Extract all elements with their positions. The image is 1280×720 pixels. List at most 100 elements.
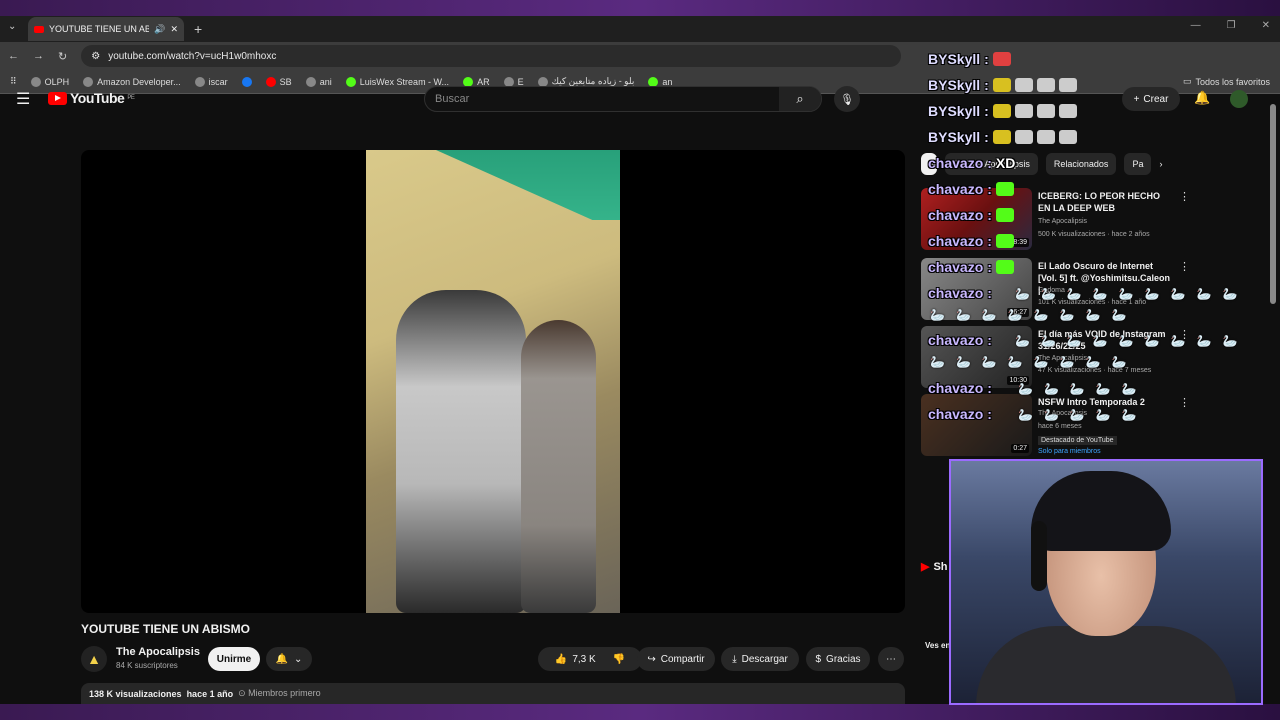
duck-emote-row: 🦢🦢🦢🦢🦢🦢🦢🦢	[930, 308, 1138, 322]
cat-emote-icon	[1058, 78, 1077, 92]
join-button[interactable]: Unirme	[208, 647, 260, 671]
chat-line: chavazo : XD	[928, 155, 1016, 171]
headphones-icon	[1031, 521, 1047, 591]
thumbnail: 0:27	[921, 394, 1032, 456]
youtube-header: ☰ YouTube PE Buscar ⌕ 🎙 + Crear 🔔	[0, 80, 1280, 118]
search-button[interactable]: ⌕	[779, 87, 821, 111]
upload-age: hace 1 año	[186, 688, 234, 699]
chat-emote-icon	[992, 104, 1011, 118]
back-icon[interactable]: ←	[8, 50, 19, 62]
share-icon: ↪	[647, 653, 656, 665]
description-box[interactable]: 138 K visualizaciones hace 1 año ⊙ Miemb…	[81, 683, 905, 704]
chat-emote-icon	[992, 52, 1011, 66]
shorts-section: ▶ Sh	[921, 560, 948, 574]
cat-emote-icon	[1058, 104, 1077, 118]
dislike-icon[interactable]: 👎	[613, 654, 625, 665]
chat-line: BYSkyll :	[928, 129, 1077, 145]
webcam-hair	[1031, 471, 1171, 551]
search-icon: ⌕	[796, 91, 804, 106]
download-button[interactable]: ⤓ Descargar	[721, 647, 799, 671]
more-actions-button[interactable]: ⋯	[878, 647, 904, 671]
close-window-button[interactable]: ✕	[1262, 20, 1270, 31]
chat-emote-icon	[992, 78, 1011, 92]
cat-emote-icon	[1036, 78, 1055, 92]
tab-strip: ⌄ YOUTUBE TIENE UN ABISMO 🔊 ✕ + — ❐ ✕	[0, 16, 1280, 42]
channel-name[interactable]: The Apocalipsis	[116, 646, 200, 658]
scrollbar[interactable]	[1270, 104, 1276, 304]
address-bar-row: ← → ↻ ⚙ youtube.com/watch?v=ucH1w0mhoxc	[0, 42, 1280, 70]
video-title: YOUTUBE TIENE UN ABISMO	[81, 622, 250, 636]
chat-line: chavazo :	[928, 332, 992, 348]
youtube-logo[interactable]: YouTube PE	[48, 90, 135, 106]
tab-title: YOUTUBE TIENE UN ABISMO	[49, 24, 150, 34]
new-tab-button[interactable]: +	[194, 21, 202, 37]
chip-related[interactable]: Relacionados	[1045, 153, 1117, 175]
view-count: 138 K visualizaciones	[89, 688, 182, 699]
minimize-button[interactable]: —	[1191, 20, 1201, 31]
tab-search-icon[interactable]: ⌄	[8, 21, 16, 32]
search-input[interactable]: Buscar	[425, 93, 779, 105]
cat-emote-icon	[1014, 130, 1033, 144]
share-button[interactable]: ↪ Compartir	[637, 647, 715, 671]
duck-emote-row: 🦢🦢🦢🦢🦢🦢🦢🦢🦢	[1015, 334, 1249, 348]
chip-more[interactable]: Pa	[1124, 153, 1152, 175]
webcam-body	[976, 626, 1236, 703]
chevron-down-icon: ⌄	[294, 653, 303, 665]
mic-icon: 🎙	[840, 93, 854, 106]
cat-emote-icon	[1036, 104, 1055, 118]
cat-emote-icon	[1014, 104, 1033, 118]
bottom-label: Ves en	[925, 641, 951, 650]
reload-icon[interactable]: ↻	[58, 50, 67, 63]
kick-emote-icon	[995, 182, 1014, 196]
like-count[interactable]: 7,3 K	[572, 654, 595, 665]
thanks-button[interactable]: $ Gracias	[806, 647, 870, 671]
shorts-icon: ▶	[921, 561, 930, 573]
video-player[interactable]	[81, 150, 905, 613]
chat-line: BYSkyll :	[928, 77, 1077, 93]
address-field[interactable]: ⚙ youtube.com/watch?v=ucH1w0mhoxc	[81, 45, 902, 67]
recommendation-item[interactable]: 0:27 NSFW Intro Temporada 2 The Apocalip…	[921, 394, 1251, 456]
chat-emote-icon	[992, 130, 1011, 144]
url-text: youtube.com/watch?v=ucH1w0mhoxc	[108, 50, 277, 62]
duck-emote-row: 🦢🦢🦢🦢🦢	[1018, 382, 1148, 396]
chat-line: chavazo :	[928, 207, 1014, 223]
tab-active[interactable]: YOUTUBE TIENE UN ABISMO 🔊 ✕	[28, 17, 184, 41]
like-dislike-group: 👍 7,3 K 👎	[538, 647, 642, 671]
more-vert-icon[interactable]: ⋮	[1179, 260, 1190, 273]
chat-line: chavazo :	[928, 380, 992, 396]
tab-close-icon[interactable]: ✕	[170, 24, 178, 35]
chat-line: chavazo :	[928, 181, 1014, 197]
duck-emote-row: 🦢🦢🦢🦢🦢🦢🦢🦢🦢	[1015, 287, 1249, 301]
plus-icon: +	[1133, 93, 1140, 105]
chevron-right-icon[interactable]: ›	[1159, 159, 1162, 169]
video-scene-roof	[436, 150, 620, 220]
chat-line: chavazo :	[928, 285, 992, 301]
speaker-icon[interactable]: 🔊	[154, 24, 165, 35]
video-scene-person-2	[521, 320, 596, 613]
search-box[interactable]: Buscar ⌕	[424, 86, 822, 112]
voice-search-button[interactable]: 🎙	[834, 86, 860, 112]
create-button[interactable]: + Crear	[1122, 87, 1180, 111]
subscriber-count: 84 K suscriptores	[116, 661, 178, 670]
site-info-icon[interactable]: ⚙	[91, 51, 100, 62]
like-icon[interactable]: 👍	[555, 654, 567, 665]
avatar[interactable]	[1230, 90, 1248, 108]
youtube-favicon-icon	[34, 25, 44, 33]
cat-emote-icon	[1014, 78, 1033, 92]
forward-icon[interactable]: →	[33, 50, 44, 62]
chat-line: BYSkyll :	[928, 51, 1011, 67]
notifications-icon[interactable]: 🔔	[1194, 90, 1210, 106]
duck-emote-row: 🦢🦢🦢🦢🦢🦢🦢🦢	[930, 355, 1138, 369]
subscription-bell-button[interactable]: 🔔 ⌄	[266, 647, 312, 671]
video-scene-person-1	[396, 290, 526, 613]
kick-emote-icon	[995, 208, 1014, 222]
cat-emote-icon	[1058, 130, 1077, 144]
menu-icon[interactable]: ☰	[16, 89, 30, 109]
channel-avatar[interactable]: ▲	[81, 646, 107, 672]
chat-line: chavazo :	[928, 406, 992, 422]
more-vert-icon[interactable]: ⋮	[1179, 396, 1190, 409]
members-first-badge: ⊙ Miembros primero	[238, 688, 321, 698]
restore-button[interactable]: ❐	[1227, 20, 1236, 31]
window-controls: — ❐ ✕	[1191, 20, 1270, 31]
more-vert-icon[interactable]: ⋮	[1179, 190, 1190, 203]
